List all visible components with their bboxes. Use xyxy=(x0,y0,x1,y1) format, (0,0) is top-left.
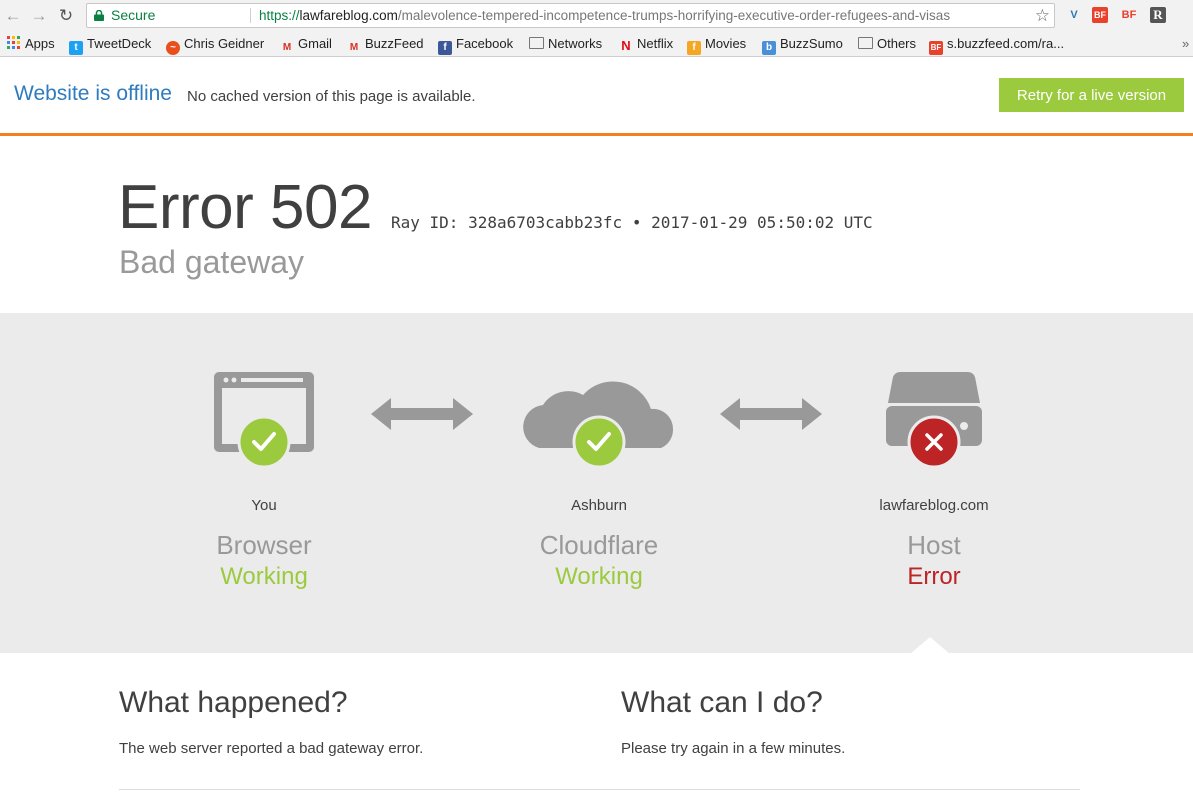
url-host: lawfareblog.com xyxy=(299,8,398,23)
error-title: Bad gateway xyxy=(119,244,305,280)
gmail-icon: M xyxy=(282,42,292,53)
bookmark-netflix[interactable]: N Netflix xyxy=(619,36,673,53)
bookmark-gmail[interactable]: M Gmail xyxy=(280,36,332,55)
bookmark-movies[interactable]: f Movies xyxy=(687,36,746,55)
retry-live-version-button[interactable]: Retry for a live version xyxy=(999,78,1184,112)
folder-icon xyxy=(529,37,544,49)
bookmark-label: Networks xyxy=(548,36,603,51)
status-location: Ashburn xyxy=(571,497,627,514)
bookmark-buzzsumo[interactable]: b BuzzSumo xyxy=(762,36,843,55)
buzzfeed-gmail-icon: M xyxy=(349,42,359,53)
tweetdeck-icon: t xyxy=(69,41,83,55)
bookmark-label: TweetDeck xyxy=(87,36,152,51)
folder-icon xyxy=(858,37,873,49)
bookmark-networks[interactable]: Networks xyxy=(529,36,602,52)
forward-arrow-icon[interactable]: → xyxy=(29,6,49,26)
cloud-icon xyxy=(523,381,674,469)
bookmark-buzzfeed[interactable]: M BuzzFeed xyxy=(347,36,424,55)
extension-bf-icon[interactable]: BF xyxy=(1121,7,1137,23)
check-icon xyxy=(237,415,291,469)
offline-message: No cached version of this page is availa… xyxy=(187,88,476,105)
bookmark-label: Others xyxy=(877,36,917,51)
bookmark-label: s.buzzfeed.com/ra... xyxy=(947,36,1065,51)
status-diagram: You Browser Working Ashburn Cloudflare W… xyxy=(0,313,1193,653)
bookmark-label: BuzzSumo xyxy=(780,36,843,51)
url-path: /malevolence-tempered-incompetence-trump… xyxy=(397,8,951,23)
check-icon xyxy=(572,415,626,469)
error-code: Error 502 xyxy=(118,173,372,242)
url-text: https://lawfareblog.com/malevolence-temp… xyxy=(259,4,950,27)
address-bar[interactable]: Secure https://lawfareblog.com/malevolen… xyxy=(86,3,1055,28)
status-name: Cloudflare xyxy=(539,530,659,560)
status-state: Working xyxy=(555,563,643,590)
what-can-i-do-heading: What can I do? xyxy=(621,686,823,719)
apps-grid-icon xyxy=(7,36,20,49)
url-scheme: https:// xyxy=(259,8,300,23)
bookmark-label: Apps xyxy=(25,36,55,51)
bf-icon: BF xyxy=(929,41,943,55)
server-icon xyxy=(886,372,982,469)
facebook-icon: f xyxy=(438,41,452,55)
offline-title: Website is offline xyxy=(14,82,172,105)
bookmark-tweetdeck[interactable]: t TweetDeck xyxy=(69,36,151,55)
status-state: Working xyxy=(220,563,308,590)
status-location: You xyxy=(251,497,277,514)
chris-geidner-icon: ~ xyxy=(166,41,180,55)
status-pointer xyxy=(910,637,950,654)
bookmarks-bar: Apps t TweetDeck ~ Chris Geidner M Gmail MB… xyxy=(0,32,1193,57)
secure-label: Secure xyxy=(111,7,156,23)
bookmark-label: Netflix xyxy=(637,36,674,51)
what-can-i-do-text: Please try again in a few minutes. xyxy=(621,740,846,757)
extension-v-icon[interactable]: V xyxy=(1066,7,1082,23)
offline-banner: Website is offline No cached version of … xyxy=(0,57,1193,136)
status-name: Host xyxy=(907,530,961,560)
browser-window-icon xyxy=(214,372,314,469)
bookmark-sbuzzfeed[interactable]: BF s.buzzfeed.com/ra... xyxy=(929,36,1064,55)
back-arrow-icon[interactable]: ← xyxy=(3,6,23,26)
bookmarks-overflow-icon[interactable]: » xyxy=(1182,36,1189,52)
bookmark-apps[interactable]: Apps xyxy=(7,36,55,52)
movies-icon: f xyxy=(687,41,701,55)
address-divider xyxy=(250,8,251,23)
what-happened-heading: What happened? xyxy=(119,686,348,719)
bookmark-others[interactable]: Others xyxy=(858,36,916,52)
bookmark-label: Facebook xyxy=(456,36,514,51)
bookmark-chris-geidner[interactable]: ~ Chris Geidner xyxy=(166,36,264,55)
reload-icon[interactable]: ↻ xyxy=(56,6,76,26)
divider xyxy=(119,789,1080,790)
status-location: lawfareblog.com xyxy=(879,497,989,514)
bookmark-label: Movies xyxy=(705,36,747,51)
bookmark-label: BuzzFeed xyxy=(365,36,424,51)
status-state: Error xyxy=(907,563,961,590)
buzzsumo-icon: b xyxy=(762,41,776,55)
netflix-icon: N xyxy=(621,38,631,53)
extension-r-icon[interactable]: R xyxy=(1150,7,1166,23)
bookmark-label: Gmail xyxy=(298,36,332,51)
status-name: Browser xyxy=(216,530,312,560)
browser-toolbar: ← → ↻ Secure https://lawfareblog.com/mal… xyxy=(0,0,1193,32)
bookmark-star-icon[interactable]: ☆ xyxy=(1035,4,1050,27)
lock-icon xyxy=(94,10,104,21)
bookmark-label: Chris Geidner xyxy=(184,36,265,51)
bookmark-facebook[interactable]: f Facebook xyxy=(438,36,513,55)
what-happened-text: The web server reported a bad gateway er… xyxy=(119,740,424,757)
ray-id: Ray ID: 328a6703cabb23fc • 2017-01-29 05… xyxy=(391,213,873,232)
extension-bf-badge-icon[interactable]: BF xyxy=(1092,7,1108,23)
